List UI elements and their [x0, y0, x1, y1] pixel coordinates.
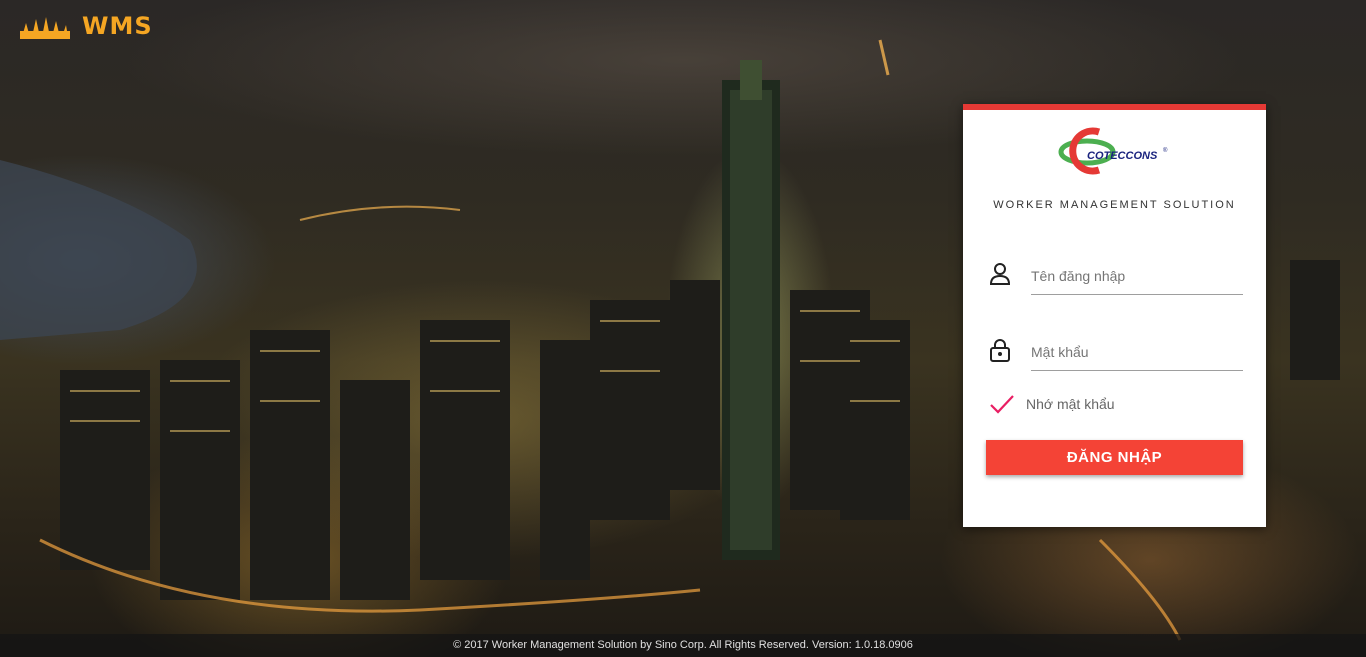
footer-copyright: © 2017 Worker Management Solution by Sin…: [0, 634, 1366, 657]
checkmark-icon: [990, 395, 1014, 414]
cotecons-logo: COTECCONS ®: [1057, 126, 1177, 176]
wms-logo-icon: [20, 17, 70, 39]
lock-icon: [990, 339, 1010, 362]
brand-name: WMS: [82, 12, 153, 40]
username-field: [985, 258, 1243, 298]
wms-brand: WMS: [20, 10, 153, 42]
user-icon: [989, 263, 1011, 285]
login-button[interactable]: ĐĂNG NHẬP: [986, 440, 1243, 475]
login-card: COTECCONS ® WORKER MANAGEMENT SOLUTION N…: [963, 104, 1266, 527]
password-field: [985, 334, 1243, 374]
svg-text:COTECCONS: COTECCONS: [1087, 150, 1158, 162]
password-input[interactable]: [1031, 334, 1243, 371]
username-input[interactable]: [1031, 258, 1243, 295]
remember-password-checkbox[interactable]: Nhớ mật khẩu: [989, 393, 1115, 415]
app-subtitle: WORKER MANAGEMENT SOLUTION: [993, 199, 1236, 211]
svg-text:®: ®: [1163, 147, 1168, 154]
remember-password-label: Nhớ mật khẩu: [1026, 396, 1115, 412]
